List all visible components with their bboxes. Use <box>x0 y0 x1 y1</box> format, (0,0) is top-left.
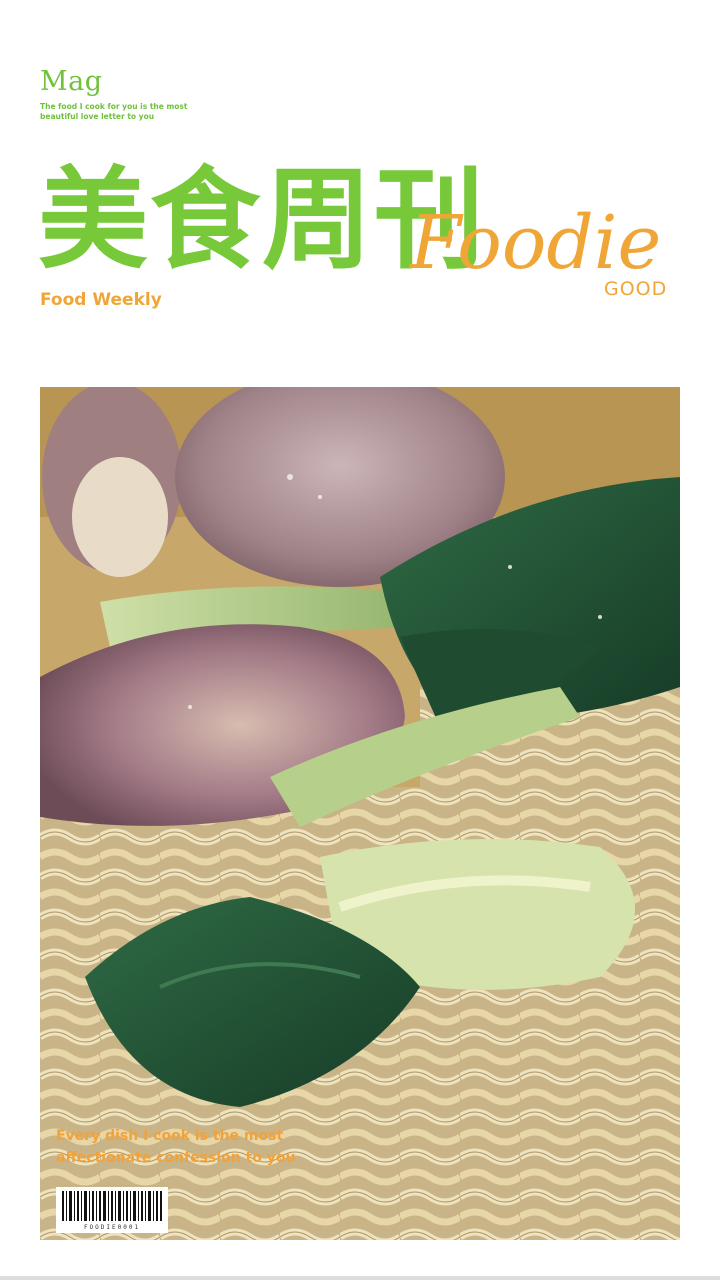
cover-caption: Every dish I cook is the most affectiona… <box>56 1128 296 1166</box>
cover-photo: Every dish I cook is the most affectiona… <box>40 387 680 1240</box>
barcode: FOODIE0001 <box>56 1187 168 1233</box>
magazine-logo: Mag <box>40 66 103 97</box>
magazine-tagline: The food I cook for you is the most beau… <box>40 102 188 121</box>
food-weekly-subtitle: Food Weekly <box>40 290 162 310</box>
barcode-number: FOODIE0001 <box>83 1224 141 1231</box>
good-label: GOOD <box>604 278 668 300</box>
bottom-divider <box>0 1276 720 1280</box>
barcode-bars <box>62 1191 162 1221</box>
foodie-script-title: Foodie <box>410 200 662 286</box>
